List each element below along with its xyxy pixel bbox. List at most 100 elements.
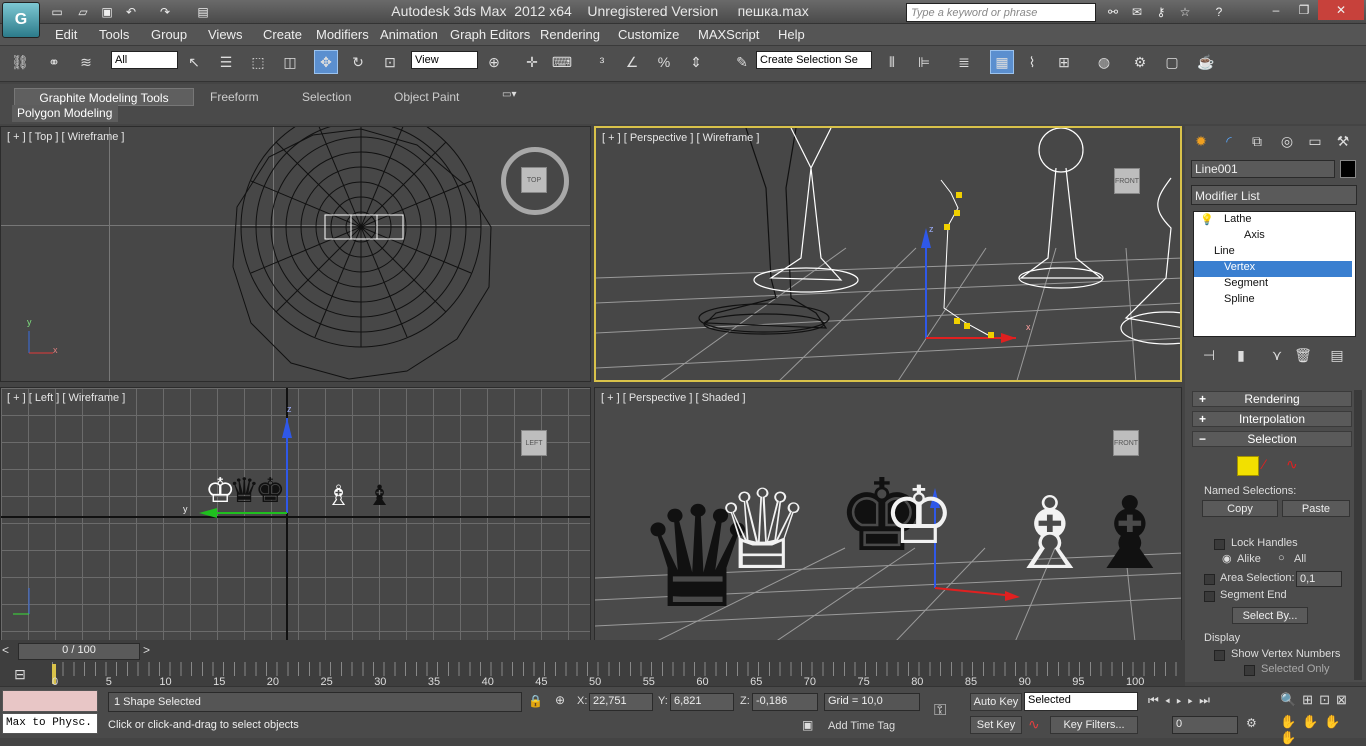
menu-maxscript[interactable]: MAXScript: [698, 27, 759, 42]
select-scale-icon[interactable]: ⊡: [378, 50, 402, 74]
viewport-persp1-label[interactable]: [ + ] [ Perspective ] [ Wireframe ]: [602, 132, 759, 144]
set-keys-icon[interactable]: ∿: [1028, 716, 1040, 733]
pivot-center-icon[interactable]: ⊕: [482, 50, 506, 74]
pin-stack-icon[interactable]: ⊣: [1196, 344, 1222, 366]
viewport-navigation-controls-2[interactable]: ✋✋✋✋: [1280, 714, 1366, 746]
key-icon[interactable]: ⚷: [1152, 3, 1170, 20]
time-slider-prev[interactable]: <: [2, 643, 16, 660]
viewport-top[interactable]: [ + ] [ Top ] [ Wireframe ] TOP y x: [0, 126, 591, 382]
align-icon[interactable]: ⊫: [912, 50, 936, 74]
menu-tools[interactable]: Tools: [99, 27, 129, 42]
make-unique-icon[interactable]: ⋎: [1264, 344, 1290, 366]
layer-manager-icon[interactable]: ≣: [952, 50, 976, 74]
track-bar-icon[interactable]: ⊟: [0, 662, 40, 686]
time-configuration-icon[interactable]: ⚙: [1246, 716, 1257, 730]
curve-editor-icon[interactable]: ⌇: [1020, 50, 1044, 74]
object-color-swatch[interactable]: [1340, 160, 1356, 178]
tab-object-paint[interactable]: Object Paint: [388, 88, 465, 106]
select-by-button[interactable]: Select By...: [1232, 607, 1308, 624]
playback-controls[interactable]: ⏮◂▸▸⏭: [1148, 693, 1216, 708]
named-selection-dropdown[interactable]: Create Selection Se: [756, 51, 872, 69]
render-setup-icon[interactable]: ⚙: [1128, 50, 1152, 74]
graphite-toggle-icon[interactable]: ▦: [990, 50, 1014, 74]
set-key-mode-icon[interactable]: ⚿: [934, 702, 946, 720]
link-icon[interactable]: ⛓: [8, 50, 32, 74]
selection-filter-dropdown[interactable]: All: [111, 51, 178, 69]
area-selection-spinner[interactable]: 0,1: [1296, 571, 1342, 587]
viewport-perspective-shaded[interactable]: ♛ ♕ ♚ ♔ ♗ ♝ [ + ] [ Perspective ] [ Shad…: [594, 387, 1182, 641]
new-file-icon[interactable]: ▭: [48, 3, 66, 20]
menu-views[interactable]: Views: [208, 27, 242, 42]
menu-modifiers[interactable]: Modifiers: [316, 27, 369, 42]
add-time-tag[interactable]: Add Time Tag: [828, 720, 895, 732]
selected-only-checkbox[interactable]: [1244, 665, 1255, 676]
rollout-interpolation[interactable]: + Interpolation: [1192, 411, 1352, 427]
tab-selection[interactable]: Selection: [296, 88, 357, 106]
time-slider-next[interactable]: >: [143, 643, 157, 660]
panel-scrollbar[interactable]: [1354, 390, 1362, 680]
menu-help[interactable]: Help: [778, 27, 805, 42]
rect-selection-icon[interactable]: ⬚: [246, 50, 270, 74]
redo-icon[interactable]: ↷: [156, 3, 174, 20]
material-editor-icon[interactable]: ◍: [1092, 50, 1116, 74]
current-frame-field[interactable]: 0: [1172, 716, 1238, 734]
key-filters-button[interactable]: Key Filters...: [1050, 716, 1138, 734]
open-file-icon[interactable]: ▱: [74, 3, 92, 20]
undo-icon[interactable]: ↶: [122, 3, 140, 20]
stack-item-spline[interactable]: Spline: [1194, 293, 1352, 309]
alike-radio[interactable]: ◉: [1222, 552, 1232, 565]
selection-lock-icon[interactable]: 🔒: [528, 694, 543, 708]
z-coordinate[interactable]: -0,186: [752, 693, 818, 711]
area-selection-checkbox[interactable]: [1204, 574, 1215, 585]
project-folder-icon[interactable]: ▤: [194, 3, 212, 20]
maxscript-mini-listener[interactable]: Max to Physc.: [2, 713, 98, 734]
viewport-top-label[interactable]: [ + ] [ Top ] [ Wireframe ]: [7, 131, 124, 143]
menu-customize[interactable]: Customize: [618, 27, 679, 42]
unlink-icon[interactable]: ⚭: [42, 50, 66, 74]
time-tag-icon[interactable]: ▣: [802, 718, 820, 736]
utilities-tab-icon[interactable]: ⚒: [1330, 130, 1356, 152]
modify-tab-icon[interactable]: ◜: [1216, 130, 1242, 152]
maximize-icon[interactable]: ❐: [1290, 0, 1318, 20]
mirror-icon[interactable]: ⫴: [880, 50, 904, 74]
select-manipulate-icon[interactable]: ✛: [520, 50, 544, 74]
show-vertex-numbers-checkbox[interactable]: [1214, 650, 1225, 661]
x-coordinate[interactable]: 22,751: [589, 693, 653, 711]
viewcube-front-persp2[interactable]: FRONT: [1113, 430, 1139, 456]
modifier-list-dropdown[interactable]: Modifier List: [1191, 185, 1357, 205]
motion-tab-icon[interactable]: ◎: [1274, 130, 1300, 152]
menu-group[interactable]: Group: [151, 27, 187, 42]
segment-end-checkbox[interactable]: [1204, 591, 1215, 602]
reference-coord-dropdown[interactable]: View: [411, 51, 478, 69]
viewcube-top[interactable]: TOP: [521, 167, 547, 193]
rollout-selection[interactable]: − Selection: [1192, 431, 1352, 447]
paste-button[interactable]: Paste: [1282, 500, 1350, 517]
set-key-button[interactable]: Set Key: [970, 716, 1022, 734]
display-tab-icon[interactable]: ▭: [1302, 130, 1328, 152]
schematic-view-icon[interactable]: ⊞: [1052, 50, 1076, 74]
viewcube-front-persp1[interactable]: FRONT: [1114, 168, 1140, 194]
time-slider[interactable]: 0 / 100: [18, 643, 140, 660]
stack-item-segment[interactable]: Segment: [1194, 277, 1352, 293]
y-coordinate[interactable]: 6,821: [670, 693, 734, 711]
binoculars-icon[interactable]: ⚯: [1104, 3, 1122, 20]
select-object-icon[interactable]: ↖: [182, 50, 206, 74]
viewport-left[interactable]: [ + ] [ Left ] [ Wireframe ] ♔ ♛ ♚ ♗ ♝ y…: [0, 387, 591, 641]
viewport-navigation-controls[interactable]: 🔍⊞⊡⊠: [1280, 692, 1353, 708]
show-end-result-icon[interactable]: ▮: [1228, 344, 1254, 366]
tab-graphite-modeling[interactable]: Graphite Modeling Tools: [14, 88, 194, 106]
close-icon[interactable]: ✕: [1318, 0, 1364, 20]
key-filter-selected-dropdown[interactable]: Selected: [1024, 692, 1138, 711]
stack-item-lathe[interactable]: Lathe: [1194, 213, 1352, 229]
menu-graph-editors[interactable]: Graph Editors: [450, 27, 530, 42]
vertex-mode-icon[interactable]: [1237, 456, 1259, 476]
track-bar[interactable]: [52, 662, 1180, 676]
window-crossing-icon[interactable]: ◫: [278, 50, 302, 74]
select-rotate-icon[interactable]: ↻: [346, 50, 370, 74]
hierarchy-tab-icon[interactable]: ⧉: [1244, 130, 1270, 152]
select-by-name-icon[interactable]: ☰: [214, 50, 238, 74]
segment-mode-icon[interactable]: ⁄: [1263, 456, 1265, 472]
copy-button[interactable]: Copy: [1202, 500, 1278, 517]
spline-mode-icon[interactable]: ∿: [1286, 456, 1298, 473]
tab-freeform[interactable]: Freeform: [204, 88, 265, 106]
